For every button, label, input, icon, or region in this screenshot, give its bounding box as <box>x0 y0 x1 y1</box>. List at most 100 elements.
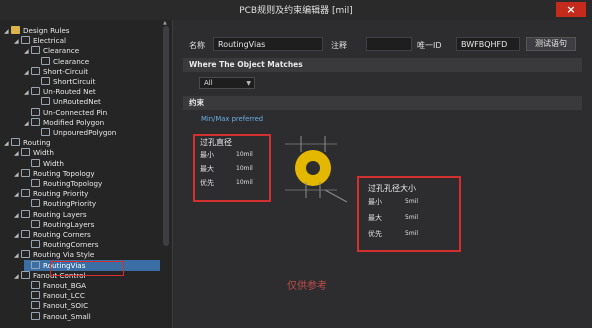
expand-triangle-icon[interactable]: ◢ <box>24 46 31 57</box>
rule-icon <box>41 56 50 65</box>
rule-icon <box>21 148 30 157</box>
tree-item-label: Clearance <box>43 46 80 56</box>
hole-leader-line <box>324 189 348 203</box>
hole-size-title: 过孔孔径大小 <box>368 184 416 193</box>
rule-icon <box>21 189 30 198</box>
tree-item-label: Modified Polygon <box>43 117 105 127</box>
expand-triangle-icon[interactable]: ◢ <box>14 250 21 261</box>
via-diameter-title: 过孔直径 <box>200 138 232 147</box>
title-bar: PCB规则及约束编辑器 [mil] × <box>0 0 592 21</box>
hole_size-row-label: 优先 <box>368 230 382 238</box>
via_diameter-row-label: 优先 <box>200 179 214 187</box>
tree-item-label: UnpouredPolygon <box>53 128 117 137</box>
min-max-preferred-label: Min/Max preferred <box>201 115 264 123</box>
folder-icon <box>11 26 20 34</box>
tree-item-label: UnRoutedNet <box>53 97 101 107</box>
tree-scrollbar[interactable] <box>163 26 169 246</box>
via-diagram <box>285 136 348 203</box>
where-object-matches-header: Where The Object Matches <box>183 58 582 72</box>
close-button[interactable]: × <box>556 2 586 17</box>
reference-watermark: 仅供参考 <box>287 281 327 292</box>
via_diameter-row-value[interactable]: 10mil <box>236 179 253 186</box>
comment-label: 注释 <box>331 41 347 50</box>
tree-item-label: Fanout_BGA <box>43 281 87 290</box>
expand-triangle-icon[interactable]: ◢ <box>14 210 21 221</box>
comment-field[interactable] <box>366 37 412 51</box>
rule-icon <box>21 250 30 259</box>
via_diameter-row-value[interactable]: 10mil <box>236 151 253 158</box>
tree-item-label: Un-Routed Net <box>43 87 96 97</box>
chevron-down-icon: ▼ <box>246 80 251 87</box>
unique-id-label: 唯一ID <box>417 41 442 50</box>
via-drill-hole <box>306 161 320 175</box>
rule-icon <box>31 66 40 75</box>
expand-triangle-icon[interactable]: ◢ <box>4 138 11 149</box>
name-label: 名称 <box>189 41 205 50</box>
rule-icon <box>31 291 40 300</box>
rule-icon <box>31 260 40 269</box>
rule-icon <box>21 168 30 177</box>
tree-item-label: RoutingTopology <box>43 179 103 188</box>
expand-triangle-icon[interactable]: ◢ <box>14 271 21 282</box>
rule-icon <box>31 219 40 228</box>
rule-icon <box>21 209 30 218</box>
tree-item[interactable]: Fanout_Small <box>24 311 91 322</box>
tree-item-label: Width <box>33 148 54 158</box>
tree-item-label: Routing Topology <box>33 168 95 178</box>
rule-icon <box>31 87 40 96</box>
rule-icon <box>41 97 50 106</box>
tree-item-label: Design Rules <box>23 26 70 35</box>
test-query-button[interactable]: 测试语句 <box>526 37 576 51</box>
expand-triangle-icon[interactable]: ◢ <box>14 148 21 159</box>
tree-item-label: Fanout_Small <box>43 311 91 321</box>
rules-editor-window: PCB规则及约束编辑器 [mil] × ▲ ◢ Design Rules ◢ Elec… <box>0 0 592 328</box>
hole_size-row-label: 最大 <box>368 214 382 222</box>
expand-triangle-icon[interactable]: ◢ <box>24 87 31 98</box>
match-scope-value: All <box>204 79 213 87</box>
expand-triangle-icon[interactable]: ◢ <box>14 230 21 241</box>
selected-item-highlight <box>50 261 124 276</box>
via_diameter-row-value[interactable]: 10mil <box>236 165 253 172</box>
expand-triangle-icon[interactable]: ◢ <box>4 26 11 37</box>
expand-triangle-icon[interactable]: ◢ <box>14 169 21 180</box>
tree-item-label: Width <box>43 158 64 168</box>
tree-item-label: Fanout_LCC <box>43 291 85 301</box>
tree-item-label: Clearance <box>53 56 90 66</box>
rule-icon <box>21 270 30 279</box>
tree-item-label: Short-Circuit <box>43 66 89 76</box>
expand-triangle-icon[interactable]: ◢ <box>14 189 21 200</box>
rules-tree: ▲ ◢ Design Rules ◢ Electrical ◢ Clearance Clea… <box>0 20 173 328</box>
match-scope-select[interactable]: All ▼ <box>199 77 255 89</box>
tree-item-label: Fanout_SOIC <box>43 301 89 311</box>
name-field[interactable]: RoutingVias <box>213 37 323 51</box>
tree-item-label: Routing Via Style <box>33 250 95 260</box>
expand-triangle-icon[interactable]: ◢ <box>24 118 31 129</box>
expand-triangle-icon[interactable]: ◢ <box>24 67 31 78</box>
rule-icon <box>31 199 40 208</box>
rule-icon <box>41 77 50 85</box>
rule-icon <box>31 179 40 187</box>
unique-id-field[interactable]: BWFBQHFD <box>456 37 520 51</box>
rule-icon <box>31 311 40 320</box>
hole_size-row-label: 最小 <box>368 198 382 206</box>
hole_size-row-value[interactable]: 5mil <box>405 230 418 237</box>
tree-item-label: Routing Corners <box>33 230 91 239</box>
tree-item-label: RoutingLayers <box>43 219 95 229</box>
tree-item-label: Un-Connected Pin <box>43 107 108 117</box>
tree-item-label: RoutingPriority <box>43 199 97 209</box>
tree-item-label: ShortCircuit <box>53 77 96 86</box>
rule-editor-pane: 名称 RoutingVias 注释 唯一ID BWFBQHFD 测试语句 Whe… <box>173 20 592 328</box>
tree-item-label: Electrical <box>33 36 67 46</box>
tree-item-label: Routing Priority <box>33 189 89 199</box>
via_diameter-row-label: 最大 <box>200 165 214 173</box>
hole_size-row-value[interactable]: 5mil <box>405 198 418 205</box>
tree-item-label: RoutingCorners <box>43 240 99 250</box>
expand-triangle-icon[interactable]: ◢ <box>14 36 21 47</box>
rule-icon <box>31 46 40 55</box>
hole_size-row-value[interactable]: 5mil <box>405 214 418 221</box>
tree-item-label: Routing <box>23 138 51 148</box>
rule-icon <box>31 240 40 249</box>
rule-icon <box>31 281 40 289</box>
rule-icon <box>21 36 30 45</box>
window-title: PCB规则及约束编辑器 [mil] <box>239 6 353 16</box>
